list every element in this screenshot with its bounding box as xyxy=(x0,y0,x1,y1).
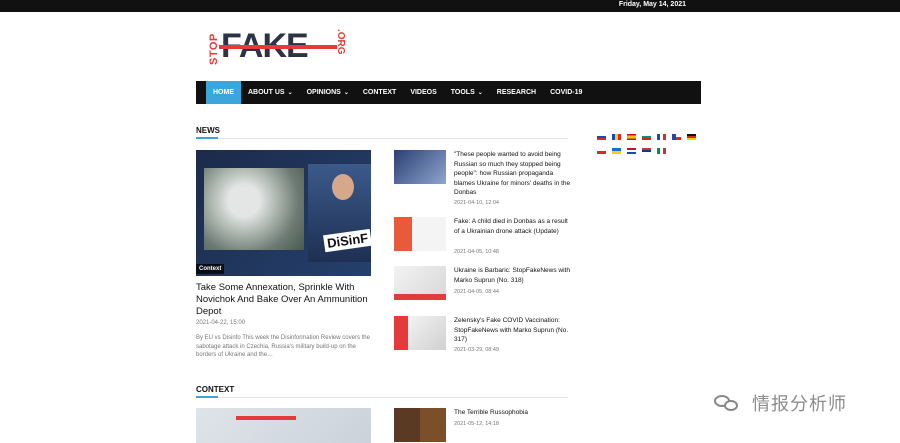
featured-article-date: 2021-04-22, 15:00 xyxy=(196,320,246,326)
flag-pl-icon[interactable] xyxy=(597,148,606,154)
article-date: 2021-04-05, 10:48 xyxy=(454,249,499,255)
article-title[interactable]: Fake: A child died in Donbas as a result… xyxy=(454,217,574,236)
chevron-down-icon: ⌄ xyxy=(287,90,293,96)
article-date: 2021-04-10, 12:04 xyxy=(454,200,499,206)
flag-cz-icon[interactable] xyxy=(672,134,681,140)
article-thumbnail[interactable] xyxy=(394,150,446,184)
nav-covid-19[interactable]: COVID-19 xyxy=(543,81,589,104)
nav-context[interactable]: CONTEXT xyxy=(356,81,403,104)
section-accent xyxy=(196,137,218,139)
nav-opinions[interactable]: OPINIONS ⌄ xyxy=(300,81,356,104)
chevron-down-icon: ⌄ xyxy=(477,90,483,96)
article-thumbnail[interactable] xyxy=(394,217,446,251)
section-divider xyxy=(196,397,568,398)
wechat-icon xyxy=(714,393,740,413)
flag-it-icon[interactable] xyxy=(657,148,666,154)
nav-research[interactable]: RESEARCH xyxy=(490,81,543,104)
top-bar: Friday, May 14, 2021 xyxy=(0,0,900,12)
flag-bg-icon[interactable] xyxy=(642,134,651,140)
site-logo[interactable]: STOP FAKE .ORG xyxy=(205,27,355,67)
context-article-image[interactable] xyxy=(196,408,371,443)
article-thumbnail[interactable] xyxy=(394,266,446,300)
section-accent xyxy=(196,396,218,398)
section-divider xyxy=(196,138,568,139)
article-title[interactable]: Zelensky's Fake COVID Vaccination: StopF… xyxy=(454,316,574,345)
flag-rs-icon[interactable] xyxy=(642,148,651,154)
flag-ro-icon[interactable] xyxy=(612,134,621,140)
current-date: Friday, May 14, 2021 xyxy=(618,1,686,8)
featured-article-image[interactable]: DiSinF Context xyxy=(196,150,371,276)
featured-article-title[interactable]: Take Some Annexation, Sprinkle With Novi… xyxy=(196,282,376,318)
article-date: 2021-04-05, 08:44 xyxy=(454,289,499,295)
article-title[interactable]: Ukraine is Barbaric: StopFakeNews with M… xyxy=(454,266,574,285)
list-item[interactable]: Fake: A child died in Donbas as a result… xyxy=(394,217,574,257)
nav-about-us[interactable]: ABOUT US ⌄ xyxy=(241,81,300,104)
featured-article-excerpt: By EU vs Disinfo This week the Disinform… xyxy=(196,335,370,358)
list-item[interactable]: "These people wanted to avoid being Russ… xyxy=(394,150,574,210)
flag-ua-icon[interactable] xyxy=(612,148,621,154)
chevron-down-icon: ⌄ xyxy=(343,90,349,96)
watermark: 情报分析师 xyxy=(714,390,884,416)
list-item[interactable]: Zelensky's Fake COVID Vaccination: StopF… xyxy=(394,316,574,356)
flag-fr-icon[interactable] xyxy=(657,134,666,140)
article-date: 2021-03-29, 08:49 xyxy=(454,347,499,353)
article-thumbnail[interactable] xyxy=(394,316,446,350)
flag-nl-icon[interactable] xyxy=(627,148,636,154)
article-thumbnail[interactable] xyxy=(394,408,446,442)
context-section-title: CONTEXT xyxy=(196,385,235,394)
list-item[interactable]: The Terrible Russophobia 2021-05-12, 14:… xyxy=(394,408,574,443)
news-section-title: NEWS xyxy=(196,126,220,135)
watermark-text: 情报分析师 xyxy=(752,394,847,414)
article-title[interactable]: "These people wanted to avoid being Russ… xyxy=(454,150,574,198)
flag-ru-icon[interactable] xyxy=(597,134,606,140)
nav-home[interactable]: HOME xyxy=(206,81,241,104)
main-nav: HOME ABOUT US ⌄ OPINIONS ⌄ CONTEXT VIDEOS … xyxy=(196,81,701,104)
flag-es-icon[interactable] xyxy=(627,134,636,140)
category-badge[interactable]: Context xyxy=(196,264,225,274)
nav-videos[interactable]: VIDEOS xyxy=(403,81,443,104)
article-date: 2021-05-12, 14:18 xyxy=(454,421,499,427)
list-item[interactable]: Ukraine is Barbaric: StopFakeNews with M… xyxy=(394,266,574,300)
flag-de-icon[interactable] xyxy=(687,134,696,140)
article-title[interactable]: The Terrible Russophobia xyxy=(454,408,574,418)
nav-tools[interactable]: TOOLS ⌄ xyxy=(444,81,490,104)
